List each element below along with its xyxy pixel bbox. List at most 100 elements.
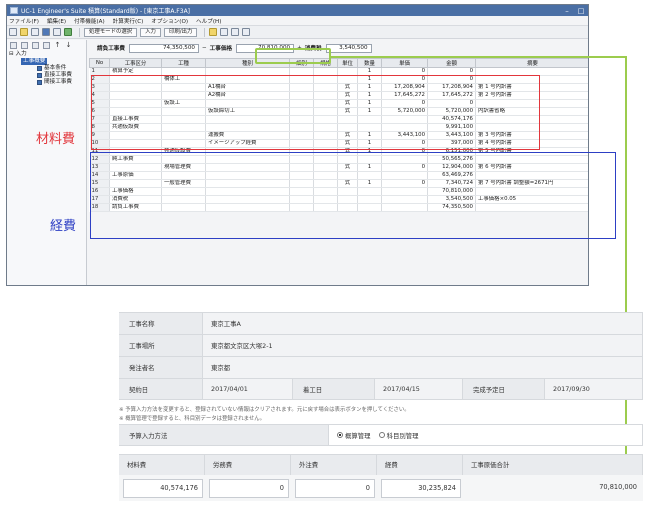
tree-item-direct[interactable]: 直接工事費	[7, 72, 86, 79]
browse-icon[interactable]	[31, 28, 39, 36]
completion-date-field[interactable]: 2017/09/30	[545, 379, 643, 399]
calc-icon[interactable]	[220, 28, 229, 36]
tree-item-label: 間接工事費	[44, 79, 72, 85]
open-folder-icon[interactable]	[20, 28, 28, 36]
form-row-dates: 契約日 2017/04/01 着工日 2017/04/15 完成予定日 2017…	[119, 378, 643, 400]
menu-help[interactable]: ヘルプ(H)	[196, 17, 221, 25]
delete-row-icon[interactable]	[32, 42, 39, 49]
grid-header-cell: 摘要	[475, 58, 588, 68]
minus-sign: −	[201, 45, 207, 51]
radio-item-management[interactable]	[378, 432, 385, 438]
expense-cost-field[interactable]: 30,235,824	[381, 479, 461, 498]
new-file-icon[interactable]	[9, 28, 17, 36]
expenses-annotation: 経費	[50, 219, 77, 234]
contract-cost-label: 請負工事費	[97, 46, 125, 52]
form-row-client: 発注者名 東京都	[119, 356, 643, 378]
menu-edit[interactable]: 編集(E)	[47, 17, 66, 25]
minimize-button[interactable]: –	[560, 7, 574, 15]
toolbar-separator	[204, 27, 206, 37]
help-icon[interactable]	[209, 28, 218, 36]
tree-root[interactable]: ⊟ 入力	[7, 51, 86, 58]
app-icon	[10, 7, 18, 14]
tree-toolbar: ↑ ↓	[7, 40, 86, 51]
start-date-label: 着工日	[293, 379, 375, 399]
materials-cost-label: 材料費	[119, 455, 205, 475]
budget-method-options: 概算管理 科目別管理	[329, 425, 643, 445]
arrow-down-icon[interactable]: ↓	[65, 42, 72, 49]
expense-cost-label: 経費	[377, 455, 463, 475]
price-highlight-box	[255, 48, 331, 64]
grid-header-cell: 数量	[357, 58, 382, 68]
menu-option[interactable]: オプション(O)	[151, 17, 188, 25]
print-output-button[interactable]: 印刷/出力	[163, 27, 198, 37]
site-field[interactable]: 東京都文京区大塚2-1	[203, 335, 643, 356]
cost-breakdown-panel: 材料費 労務費 外注費 経費 工事原価合計 40,574,176 0 0 30,…	[119, 454, 643, 501]
grid-icon	[37, 80, 42, 85]
save-icon[interactable]	[42, 28, 50, 36]
contract-cost-field: 74,350,500	[128, 43, 199, 53]
start-date-field[interactable]: 2017/04/15	[375, 379, 463, 399]
tree-item-overview[interactable]: 工事概要	[7, 58, 86, 65]
tree-item-label: 直接工事費	[44, 72, 72, 78]
materials-cost-field[interactable]: 40,574,176	[123, 479, 203, 498]
client-field[interactable]: 東京都	[203, 357, 643, 378]
tree-item-label: 工事概要	[21, 58, 48, 65]
form-row-name: 工事名称 東京工事A	[119, 312, 643, 334]
tree-item-basic[interactable]: 基本条件	[7, 65, 86, 72]
labor-cost-field[interactable]: 0	[209, 479, 289, 498]
mode-select-button[interactable]: 処理モードの選択	[84, 27, 138, 37]
project-form: 工事名称 東京工事A 工事場所 東京都文京区大塚2-1 発注者名 東京都 契約日…	[119, 312, 643, 501]
copy-row-icon[interactable]	[43, 42, 50, 49]
view-icon[interactable]	[231, 28, 240, 36]
total-cost-label: 工事原価合計	[463, 455, 643, 475]
grid-header-cell: No	[89, 58, 110, 68]
labor-cost-label: 労務費	[205, 455, 291, 475]
table-icon[interactable]	[64, 28, 72, 36]
construction-name-label: 工事名称	[119, 313, 203, 334]
tree-item-indirect[interactable]: 間接工事費	[7, 79, 86, 86]
outsource-cost-field[interactable]: 0	[295, 479, 375, 498]
construction-name-field[interactable]: 東京工事A	[203, 313, 643, 334]
grid-header-cell: 工事区分	[109, 58, 162, 68]
add-row-icon[interactable]	[10, 42, 17, 49]
form-row-budget: 予算入力方法 概算管理 科目別管理	[119, 424, 643, 446]
grid-header-cell: 単位	[337, 58, 358, 68]
connector-line	[331, 56, 627, 58]
form-row-site: 工事場所 東京都文京区大塚2-1	[119, 334, 643, 356]
tree-item-label: 基本条件	[44, 65, 67, 71]
note-budget-change: ※ 予算入力方法を変更すると、登録されていない情報はクリアされます。元に戻す場合…	[119, 407, 410, 413]
expenses-highlight-box	[90, 152, 616, 239]
arrow-up-icon[interactable]: ↑	[54, 42, 61, 49]
radio-item-label: 科目別管理	[386, 431, 419, 440]
menu-addon[interactable]: 付帯機能(A)	[74, 17, 105, 25]
grid-header-cell: 単価	[381, 58, 428, 68]
tax-field: 3,540,500	[325, 43, 372, 53]
menu-file[interactable]: ファイル(F)	[9, 17, 39, 25]
settings-icon[interactable]	[242, 28, 251, 36]
radio-rough-management[interactable]	[337, 432, 343, 438]
print-icon[interactable]	[53, 28, 61, 36]
maximize-button[interactable]: □	[574, 7, 588, 15]
note-rough-management: ※ 概算管理で登録すると、科目別データは登録されません。	[119, 416, 266, 422]
summary-bar: 請負工事費 74,350,500 − 工事価格 70,810,000 + 消費税…	[89, 40, 588, 56]
toolbar: 処理モードの選択 入力 印刷/出力	[7, 26, 588, 39]
construction-price-label: 工事価格	[209, 46, 233, 52]
radio-rough-label: 概算管理	[345, 431, 371, 440]
contract-date-field[interactable]: 2017/04/01	[203, 379, 293, 399]
expand-icon[interactable]: ⊟	[9, 51, 14, 58]
budget-method-label: 予算入力方法	[119, 425, 329, 445]
grid-icon	[37, 66, 42, 71]
grid-header-row: No 工事区分 工種 種別 細別 規格 単位 数量 単価 金額 摘要	[89, 58, 588, 68]
input-mode-button[interactable]: 入力	[140, 27, 161, 37]
tree-root-label: 入力	[15, 51, 27, 57]
menu-bar: ファイル(F) 編集(E) 付帯機能(A) 計算実行(C) オプション(O) ヘ…	[7, 16, 588, 26]
grid-header-cell: 金額	[427, 58, 476, 68]
window-title: UC-1 Engineer's Suite 積算(Standard版) - [東…	[21, 8, 191, 15]
insert-row-icon[interactable]	[21, 42, 28, 49]
menu-calc[interactable]: 計算実行(C)	[113, 17, 144, 25]
materials-highlight-box	[91, 75, 540, 150]
navigation-tree: ↑ ↓ ⊟ 入力 工事概要 基本条件 直接工事費 間接工事費	[7, 40, 87, 285]
grid-icon	[37, 73, 42, 78]
outsource-cost-label: 外注費	[291, 455, 377, 475]
toolbar-separator	[79, 27, 80, 37]
